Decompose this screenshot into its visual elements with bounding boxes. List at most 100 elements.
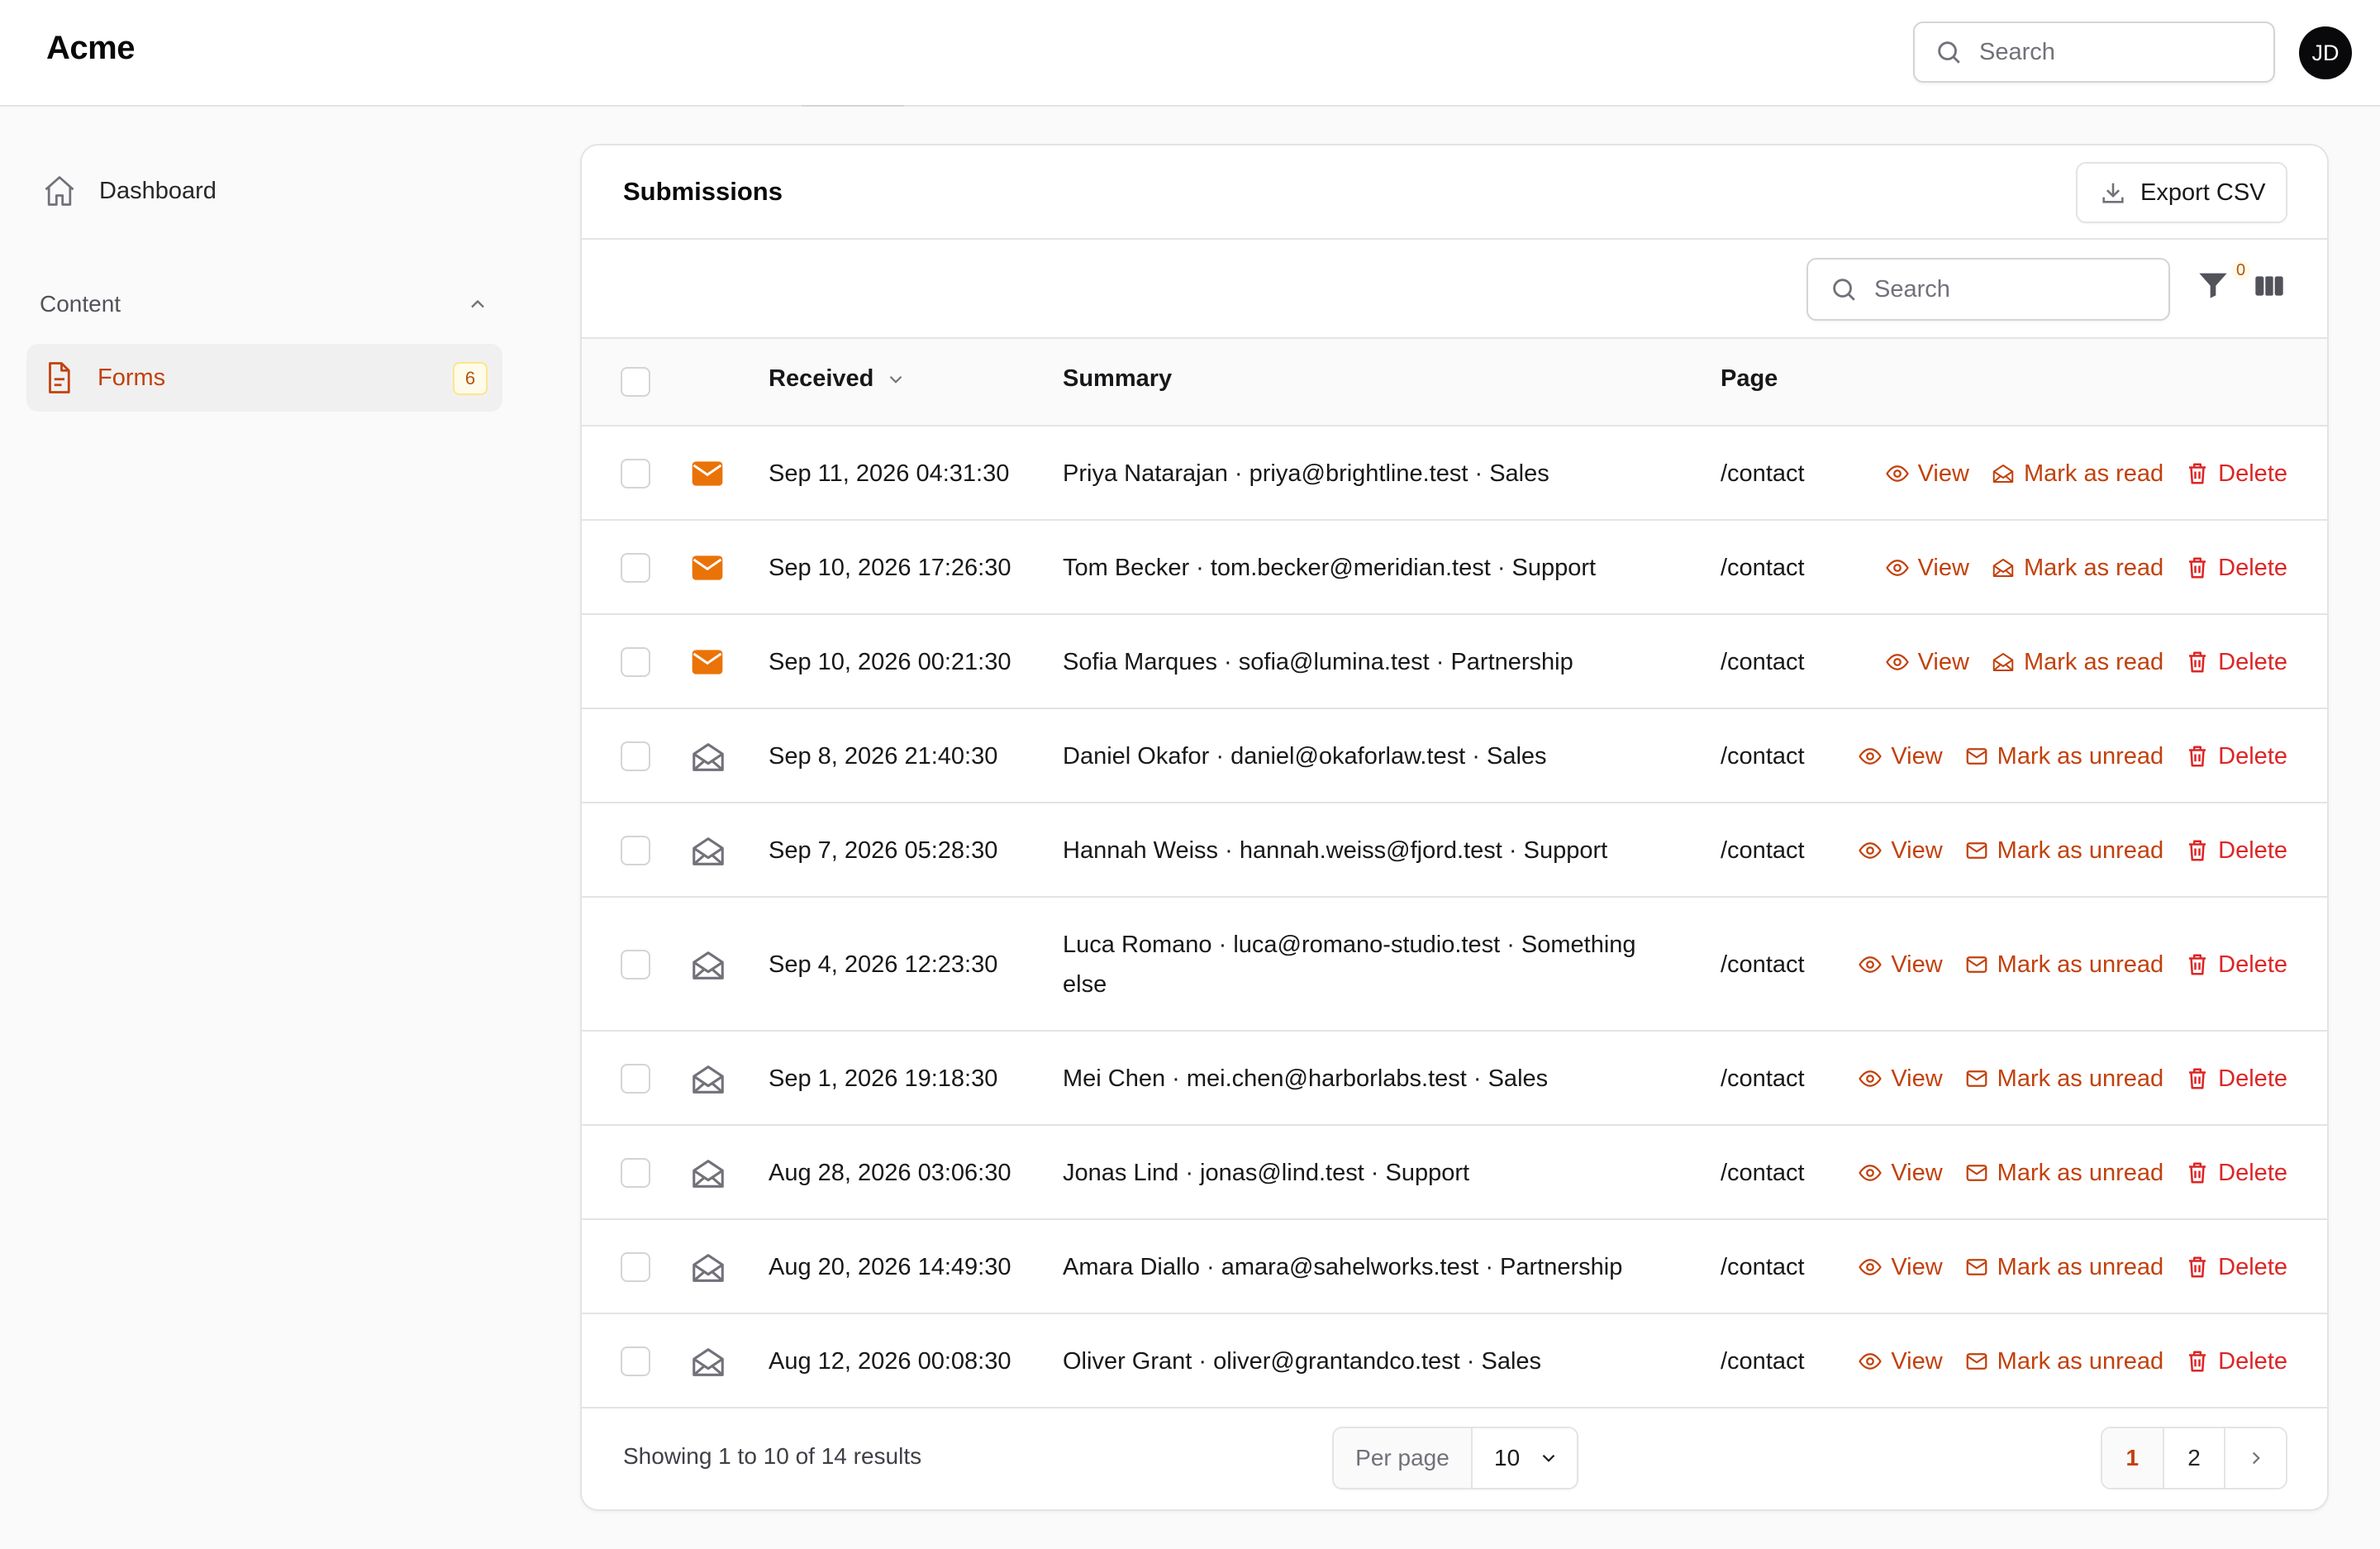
mark-as-read-button[interactable]: Mark as read (1991, 555, 2163, 582)
table-row[interactable]: Sep 8, 2026 21:40:30 Daniel Okafor · dani… (582, 709, 2327, 803)
table-row[interactable]: Sep 10, 2026 17:26:30 Tom Becker · tom.be… (582, 521, 2327, 615)
mark-label: Mark as unread (1997, 836, 2164, 864)
results-summary: Showing 1 to 10 of 14 results (623, 1443, 922, 1469)
brand-logo[interactable]: Acme (46, 30, 135, 67)
read-status (689, 1155, 727, 1197)
unread-status (689, 550, 726, 590)
delete-button[interactable]: Delete (2185, 743, 2287, 770)
search-icon (1833, 279, 1855, 301)
envelope-closed-icon (1966, 842, 1987, 859)
per-page-select[interactable]: 10 (1473, 1428, 1577, 1488)
view-button[interactable]: View (1885, 460, 1969, 488)
row-checkbox[interactable] (621, 1346, 650, 1376)
mark-as-unread-button[interactable]: Mark as unread (1964, 1160, 2163, 1187)
export-csv-button[interactable]: Export CSV (2076, 162, 2287, 223)
table-row[interactable]: Sep 11, 2026 04:31:30 Priya Natarajan · p… (582, 427, 2327, 521)
eye-icon (1859, 956, 1883, 973)
sidebar-item-dashboard[interactable]: Dashboard (26, 164, 502, 218)
table-row[interactable]: Sep 1, 2026 19:18:30 Mei Chen · mei.chen@… (582, 1032, 2327, 1126)
view-label: View (1917, 648, 1969, 675)
document-icon (49, 362, 70, 393)
view-button[interactable]: View (1885, 649, 1969, 676)
mark-as-unread-button[interactable]: Mark as unread (1964, 1348, 2163, 1375)
row-checkbox[interactable] (621, 1158, 650, 1188)
row-checkbox[interactable] (621, 647, 650, 677)
page-button-1[interactable]: 1 (2102, 1428, 2164, 1488)
mark-as-unread-button[interactable]: Mark as unread (1964, 951, 2164, 979)
view-button[interactable]: View (1858, 743, 1943, 770)
mark-as-unread-button[interactable]: Mark as unread (1964, 743, 2163, 770)
sidebar-group-content[interactable]: Content (26, 281, 502, 327)
trash-icon (2189, 1256, 2206, 1278)
delete-button[interactable]: Delete (2185, 951, 2287, 979)
row-actions: View Mark as unread Delete (1836, 736, 2287, 776)
envelope-closed-icon (1966, 1259, 1987, 1275)
view-button[interactable]: View (1858, 1254, 1943, 1281)
user-avatar[interactable]: JD (2299, 26, 2352, 79)
per-page-label: Per page (1334, 1428, 1473, 1488)
global-search-input[interactable]: Search (1913, 21, 2275, 83)
row-checkbox[interactable] (621, 741, 650, 771)
envelope-closed-icon (1966, 1353, 1987, 1370)
view-label: View (1891, 951, 1943, 978)
envelope-open-icon (693, 743, 724, 771)
mark-as-unread-button[interactable]: Mark as unread (1964, 1065, 2164, 1093)
toggle-columns-button[interactable] (2253, 269, 2296, 312)
row-checkbox[interactable] (621, 1252, 650, 1282)
delete-button[interactable]: Delete (2185, 649, 2287, 676)
eye-icon (1885, 654, 1909, 670)
view-button[interactable]: View (1858, 951, 1943, 979)
next-page-button[interactable] (2225, 1428, 2286, 1488)
row-checkbox[interactable] (621, 1064, 650, 1094)
envelope-open-icon (1992, 559, 2014, 577)
mark-as-unread-button[interactable]: Mark as unread (1964, 1253, 2164, 1281)
delete-button[interactable]: Delete (2185, 1160, 2287, 1187)
mark-label: Mark as unread (1997, 951, 2164, 978)
mark-as-unread-button[interactable]: Mark as unread (1964, 836, 2164, 865)
divider (802, 105, 904, 107)
column-header-received[interactable]: Received (769, 365, 907, 393)
mark-as-read-button[interactable]: Mark as read (1991, 649, 2163, 676)
delete-button[interactable]: Delete (2185, 1065, 2287, 1093)
unread-status (689, 644, 726, 684)
page-button-2[interactable]: 2 (2164, 1428, 2226, 1488)
table-row[interactable]: Aug 20, 2026 14:49:30 Amara Diallo · amar… (582, 1220, 2327, 1314)
delete-button[interactable]: Delete (2185, 1254, 2287, 1281)
mark-label: Mark as unread (1997, 1065, 2164, 1092)
received-cell: Sep 10, 2026 00:21:30 (769, 649, 1011, 675)
view-button[interactable]: View (1885, 555, 1969, 582)
summary-cell: Hannah Weiss · hannah.weiss@fjord.test ·… (1063, 837, 1608, 864)
table-row[interactable]: Aug 28, 2026 03:06:30 Jonas Lind · jonas@… (582, 1126, 2327, 1220)
read-status (689, 738, 727, 780)
view-label: View (1891, 1347, 1943, 1375)
view-button[interactable]: View (1858, 1160, 1943, 1187)
table-search-input[interactable]: Search (1806, 258, 2170, 321)
summary-cell: Daniel Okafor · daniel@okaforlaw.test · … (1063, 743, 1547, 770)
received-cell: Sep 4, 2026 12:23:30 (769, 951, 998, 978)
row-checkbox[interactable] (621, 836, 650, 865)
received-cell: Sep 8, 2026 21:40:30 (769, 743, 998, 770)
row-checkbox[interactable] (621, 459, 650, 489)
trash-icon (2189, 651, 2206, 673)
view-button[interactable]: View (1858, 837, 1943, 865)
delete-label: Delete (2218, 1253, 2287, 1280)
delete-button[interactable]: Delete (2185, 460, 2287, 488)
mark-as-read-button[interactable]: Mark as read (1991, 460, 2163, 488)
row-checkbox[interactable] (621, 950, 650, 979)
row-checkbox[interactable] (621, 553, 650, 583)
select-all-checkbox[interactable] (621, 367, 650, 397)
search-icon (1938, 41, 1960, 64)
table-row[interactable]: Sep 4, 2026 12:23:30 Luca Romano · luca@r… (582, 898, 2327, 1032)
sidebar-item-forms[interactable]: Forms 6 (26, 344, 502, 412)
delete-button[interactable]: Delete (2185, 555, 2287, 582)
delete-button[interactable]: Delete (2185, 837, 2287, 865)
view-button[interactable]: View (1858, 1347, 1943, 1375)
view-button[interactable]: View (1858, 1065, 1943, 1093)
delete-button[interactable]: Delete (2185, 1348, 2287, 1375)
table-row[interactable]: Sep 7, 2026 05:28:30 Hannah Weiss · hanna… (582, 803, 2327, 898)
table-row[interactable]: Aug 12, 2026 00:08:30 Oliver Grant · oliv… (582, 1314, 2327, 1408)
mark-label: Mark as unread (1997, 1253, 2164, 1280)
page-cell: /contact (1721, 1254, 1805, 1280)
table-row[interactable]: Sep 10, 2026 00:21:30 Sofia Marques · sof… (582, 615, 2327, 709)
mark-label: Mark as read (2023, 648, 2164, 675)
